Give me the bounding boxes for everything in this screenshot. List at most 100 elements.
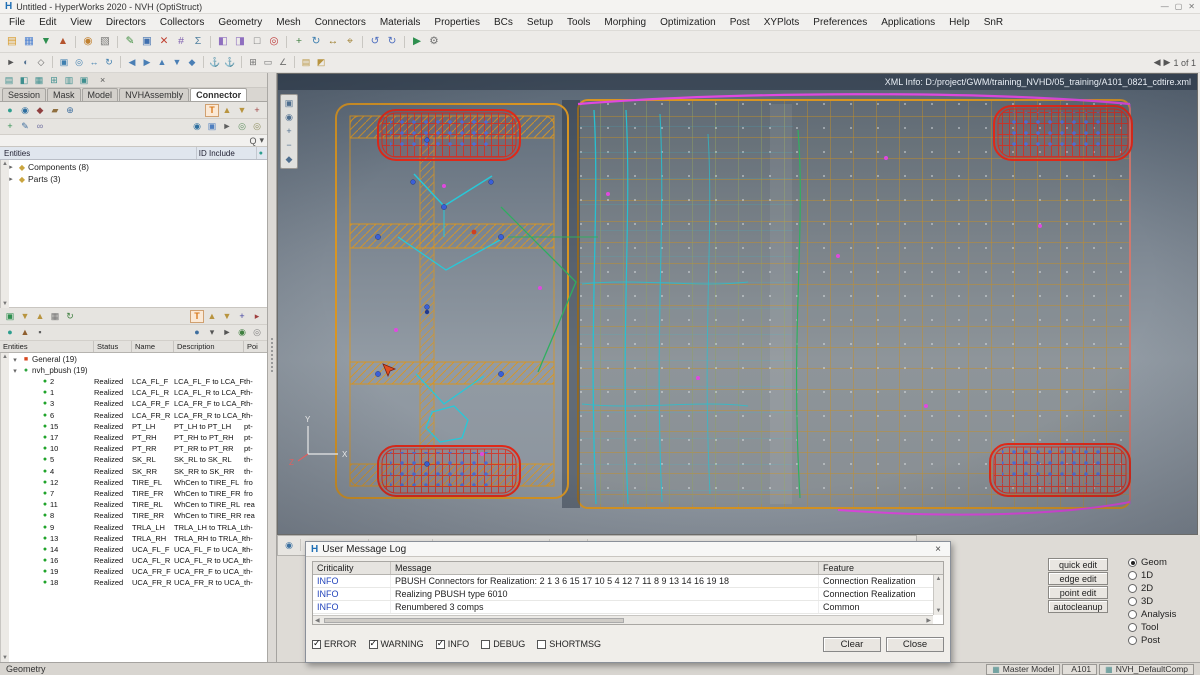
browser-tab[interactable]: Session xyxy=(2,88,47,101)
graphics-viewport[interactable]: XML Info: D:/project/GWM/training_NVHD/0… xyxy=(277,73,1198,535)
connector-row[interactable]: ● 3 Realized LCA_FR_F LCA_FR_F to LCA_FR… xyxy=(0,398,267,409)
connector-row[interactable]: ● 4 Realized SK_RR SK_RR to SK_RR th- xyxy=(0,466,267,477)
separator[interactable] xyxy=(241,56,242,68)
separator[interactable] xyxy=(300,539,301,551)
menu-item[interactable]: Morphing xyxy=(597,17,653,28)
message-row[interactable]: INFO PBUSH Connectors for Realization: 2… xyxy=(313,575,943,588)
menu-item[interactable]: Help xyxy=(942,17,977,28)
solver-run-icon[interactable]: ▶ xyxy=(409,34,425,49)
checkbox-icon[interactable] xyxy=(312,638,321,649)
connector-row[interactable]: ● 1 Realized LCA_FL_R LCA_FL_R to LCA_FL… xyxy=(0,387,267,398)
dialog-horizontal-scrollbar[interactable]: ◀ ▶ xyxy=(313,615,933,624)
dropdown-icon[interactable]: ▾ xyxy=(205,326,219,339)
dialog-title-bar[interactable]: H User Message Log × xyxy=(306,542,950,557)
visibility-off-icon[interactable]: ◎ xyxy=(250,120,264,133)
separator[interactable] xyxy=(294,56,295,68)
connector-row[interactable]: ● 13 Realized TRLA_RH TRLA_RH to TRLA_RH… xyxy=(0,533,267,544)
separator[interactable] xyxy=(286,35,287,48)
status-cell[interactable]: ▦ Master Model xyxy=(986,663,1061,675)
close-tab-icon[interactable]: × xyxy=(100,75,105,85)
refresh-icon[interactable]: ↻ xyxy=(63,310,77,323)
color-mode-icon[interactable]: ● xyxy=(190,326,204,339)
radio-icon[interactable] xyxy=(1128,610,1137,619)
sphere-display-icon[interactable]: ◉ xyxy=(190,120,204,133)
rotate-view-icon[interactable]: ↻ xyxy=(102,56,116,69)
menu-item[interactable]: Materials xyxy=(373,17,428,28)
utility-browser-icon[interactable]: ▣ xyxy=(77,74,91,87)
connector-row[interactable]: ● 19 Realized UCA_FR_F UCA_FR_F to UCA_F… xyxy=(0,566,267,577)
col-name[interactable]: Name xyxy=(132,341,174,352)
sort-down-icon[interactable]: ▼ xyxy=(235,104,249,117)
expander-icon[interactable]: ▾ xyxy=(10,356,20,364)
separator[interactable] xyxy=(210,35,211,48)
smooth-shade-icon[interactable]: ◐ xyxy=(19,56,33,69)
message-row[interactable]: INFO Renumbered 3 comps Common xyxy=(313,601,943,614)
model-browser-icon[interactable]: ▦ xyxy=(32,74,46,87)
connector-row[interactable]: ● 15 Realized PT_LH PT_LH to PT_LH pt- xyxy=(0,421,267,432)
options-icon[interactable]: ⚙ xyxy=(426,34,442,49)
message-filter[interactable]: SHORTMSG xyxy=(537,639,601,649)
menu-item[interactable]: XYPlots xyxy=(757,17,807,28)
connector-row[interactable]: ● 8 Realized TIRE_RR WhCen to TIRE_RR re… xyxy=(0,510,267,521)
menu-item[interactable]: Edit xyxy=(32,17,63,28)
save-model-icon[interactable]: ▦ xyxy=(21,34,37,49)
checkbox-icon[interactable] xyxy=(368,638,378,649)
separator[interactable] xyxy=(404,35,405,48)
page-prev-icon[interactable]: ◀ xyxy=(1154,57,1161,68)
connector-row[interactable]: ● 11 Realized TIRE_RL WhCen to TIRE_RL r… xyxy=(0,499,267,510)
search-icon[interactable]: Q xyxy=(249,136,256,146)
dialog-close-icon[interactable]: × xyxy=(931,544,945,555)
status-cell[interactable]: A101 xyxy=(1062,663,1098,675)
organize-icon[interactable]: ▣ xyxy=(139,34,155,49)
mode-radio[interactable]: 1D xyxy=(1128,569,1176,582)
menu-item[interactable]: Properties xyxy=(427,17,487,28)
axes-icon[interactable]: ◆ xyxy=(282,153,296,166)
measure-icon[interactable]: ⌖ xyxy=(342,34,358,49)
radio-icon[interactable] xyxy=(1128,623,1137,632)
user-profiles-icon[interactable]: ◉ xyxy=(80,34,96,49)
tags-icon[interactable]: ◩ xyxy=(314,56,328,69)
tree-group[interactable]: ▾ ■ General (19) xyxy=(0,354,267,365)
menu-item[interactable]: BCs xyxy=(487,17,520,28)
move-down-icon[interactable]: ▼ xyxy=(220,310,234,323)
menu-item[interactable]: View xyxy=(63,17,99,28)
tree-item[interactable]: ▸ ◆ Parts (3) xyxy=(0,173,267,185)
mode-radio[interactable]: Tool xyxy=(1128,621,1176,634)
grid-snap-icon[interactable]: ⊞ xyxy=(246,56,260,69)
message-filter[interactable]: DEBUG xyxy=(481,639,525,649)
col-description[interactable]: Description xyxy=(174,341,244,352)
menu-item[interactable]: Directors xyxy=(99,17,153,28)
arrow-select-icon[interactable]: ► xyxy=(220,120,234,133)
export-icon[interactable]: ▲ xyxy=(55,34,71,49)
spherical-clip-icon[interactable]: ◎ xyxy=(266,34,282,49)
separator[interactable] xyxy=(203,56,204,68)
separator[interactable] xyxy=(120,56,121,68)
menu-item[interactable]: Tools xyxy=(560,17,597,28)
visibility-icon[interactable]: ◎ xyxy=(235,120,249,133)
connector-row[interactable]: ● 17 Realized PT_RH PT_RH to PT_RH pt- xyxy=(0,432,267,443)
bolt-connector-icon[interactable]: ◉ xyxy=(18,104,32,117)
tree-item[interactable]: ▸ ◆ Components (8) xyxy=(0,161,267,173)
connector-row[interactable]: ● 6 Realized LCA_FR_R LCA_FR_R to LCA_FR… xyxy=(0,410,267,421)
flag-icon[interactable]: ▸ xyxy=(250,310,264,323)
move-up-icon[interactable]: ▲ xyxy=(205,310,219,323)
mode-radio[interactable]: 2D xyxy=(1128,582,1176,595)
pointer-icon[interactable]: ► xyxy=(4,56,18,69)
radio-icon[interactable] xyxy=(1128,571,1137,580)
tree-group[interactable]: ▾ ● nvh_pbush (19) xyxy=(0,365,267,376)
id-include-column-header[interactable]: ID Include xyxy=(199,147,257,159)
dialog-vertical-scrollbar[interactable]: ▲ ▼ xyxy=(933,575,943,615)
fe-absorb-icon[interactable]: T xyxy=(205,103,219,117)
right-view-icon[interactable]: ▶ xyxy=(140,56,154,69)
mode-radio[interactable]: 3D xyxy=(1128,595,1176,608)
mode-radio[interactable]: Analysis xyxy=(1128,608,1176,621)
spot-connector-icon[interactable]: ● xyxy=(3,104,17,117)
import-connectors-icon[interactable]: ▼ xyxy=(18,310,32,323)
menu-item[interactable]: SnR xyxy=(977,17,1010,28)
panel-splitter[interactable] xyxy=(268,73,277,662)
separator[interactable] xyxy=(75,35,76,48)
pointer-icon[interactable]: ► xyxy=(220,326,234,339)
panel-button[interactable]: point edit xyxy=(1048,586,1108,599)
menu-item[interactable]: Collectors xyxy=(153,17,211,28)
panel-button[interactable]: quick edit xyxy=(1048,558,1108,571)
